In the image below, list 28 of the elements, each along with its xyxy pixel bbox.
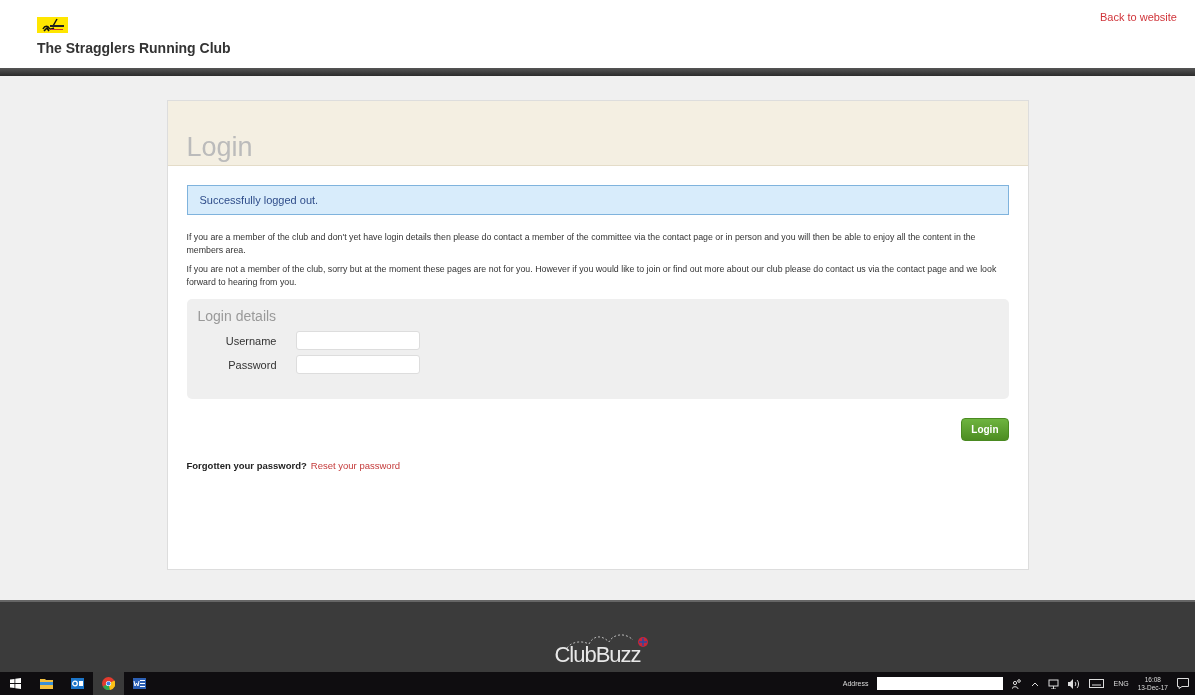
address-field[interactable] <box>877 677 1004 690</box>
reset-password-link[interactable]: Reset your password <box>310 460 401 471</box>
windows-start-icon[interactable] <box>10 678 21 689</box>
field-label: Password <box>227 358 277 371</box>
info-paragraph: If you are not a member of the club, sorry but at the moment these pages are not for you. However if you would like to join or find out more about our club please do contact us via the contact page and we look forward to hearing from you. <box>186 263 998 289</box>
login-button[interactable]: Login <box>961 418 1009 441</box>
club-name: The Stragglers Running Club <box>37 40 231 56</box>
people-icon[interactable] <box>1012 678 1023 689</box>
input-field[interactable] <box>295 355 420 374</box>
info-paragraph: If you are a member of the club and don't yet have login details then please do contact a member of the committee via the contact page or in person and you will then be able to enjoy all the content in the members area. <box>186 231 977 257</box>
fieldset-legend: Login details <box>197 308 998 324</box>
document-icon[interactable] <box>133 678 146 689</box>
club-logo-icon <box>37 17 68 33</box>
keyboard-icon[interactable] <box>1089 679 1105 688</box>
notification-icon[interactable] <box>1177 678 1189 689</box>
mail-app-icon[interactable] <box>71 678 84 689</box>
back-to-website-link[interactable]: Back to website <box>1099 0 1177 68</box>
network-icon[interactable] <box>1048 678 1060 689</box>
chevron-up-icon[interactable] <box>1031 680 1040 687</box>
field-label: Username <box>224 334 277 347</box>
input-field[interactable] <box>295 331 420 350</box>
clubbuzz-logo-text: ClubBuzz <box>554 642 641 668</box>
logout-alert: Successfully logged out. <box>186 185 1009 215</box>
folder-icon[interactable] <box>40 678 53 689</box>
page-title: Login <box>186 132 253 163</box>
forgot-password-text: Forgotten your password? <box>186 460 307 471</box>
speaker-icon[interactable] <box>1068 678 1081 689</box>
browser-icon[interactable] <box>102 677 115 690</box>
